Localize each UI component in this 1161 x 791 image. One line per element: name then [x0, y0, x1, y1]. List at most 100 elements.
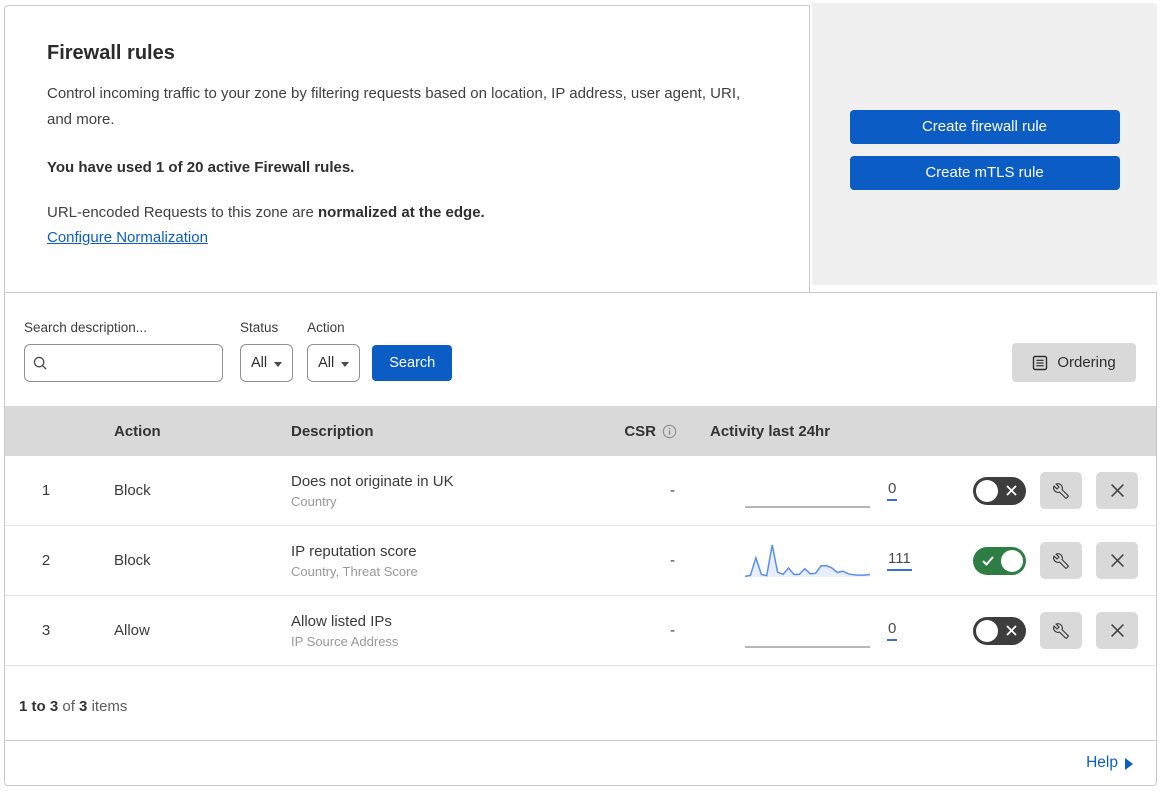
help-label: Help	[1086, 754, 1118, 771]
activity-count-link[interactable]: 0	[887, 480, 898, 501]
toggle-knob	[1001, 549, 1023, 572]
activity-sparkline	[745, 544, 870, 577]
x-icon	[1006, 617, 1017, 645]
rule-priority: 3	[41, 622, 51, 639]
action-dropdown[interactable]: All	[307, 344, 361, 382]
rule-action: Block	[114, 482, 151, 499]
configure-normalization-link[interactable]: Configure Normalization	[47, 229, 208, 246]
header-action: Action	[114, 422, 161, 440]
rule-enabled-toggle[interactable]	[973, 476, 1026, 505]
status-value: All	[251, 355, 268, 371]
items-word: items	[91, 698, 128, 715]
action-label: Action	[307, 320, 345, 335]
action-filter-group: Action All	[307, 320, 361, 382]
ordering-button[interactable]: Ordering	[1012, 343, 1136, 382]
table-header-row: Action Description CSR Activity last 24h…	[5, 406, 1156, 456]
close-icon	[1110, 484, 1124, 497]
page-title: Firewall rules	[47, 42, 175, 64]
rule-description-cell: Allow listed IPs IP Source Address	[279, 613, 601, 649]
filter-bar: Search description... Status All Action …	[5, 293, 1156, 406]
info-icon[interactable]	[662, 424, 677, 439]
rules-table-body: 1 Block Does not originate in UK Country…	[5, 456, 1156, 666]
status-dropdown[interactable]: All	[240, 344, 294, 382]
rule-activity-cell: 111	[691, 543, 941, 579]
rule-priority: 2	[41, 552, 51, 569]
table-row: 3 Allow Allow listed IPs IP Source Addre…	[5, 596, 1156, 666]
chevron-down-icon	[274, 361, 283, 367]
activity-sparkline	[745, 645, 870, 648]
intro-card: Firewall rules Control incoming traffic …	[4, 5, 810, 293]
rule-fields: Country	[291, 493, 337, 509]
rule-csr-value: -	[670, 552, 675, 569]
header-csr: CSR	[601, 423, 691, 440]
rule-fields: IP Source Address	[291, 633, 399, 649]
activity-sparkline	[745, 505, 870, 508]
delete-rule-button[interactable]	[1096, 472, 1138, 509]
toggle-knob	[976, 479, 998, 502]
help-bar: Help	[4, 740, 1157, 786]
edit-rule-button[interactable]	[1040, 472, 1082, 509]
search-icon	[33, 356, 47, 370]
rule-description-cell: IP reputation score Country, Threat Scor…	[279, 543, 601, 579]
search-button[interactable]: Search	[372, 345, 453, 381]
rule-enabled-toggle[interactable]	[973, 616, 1026, 645]
search-label: Search description...	[24, 320, 148, 335]
rule-activity-cell: 0	[691, 473, 941, 509]
create-firewall-rule-button[interactable]: Create firewall rule	[849, 110, 1120, 144]
firewall-rules-page: Firewall rules Control incoming traffic …	[0, 0, 1161, 790]
delete-rule-button[interactable]	[1096, 612, 1138, 649]
search-box	[24, 344, 223, 382]
items-total: 3	[79, 698, 88, 715]
ordering-list-icon	[1033, 355, 1048, 370]
table-row: 2 Block IP reputation score Country, Thr…	[5, 526, 1156, 596]
action-value: All	[318, 355, 335, 371]
wrench-icon	[1053, 552, 1069, 569]
rule-description: IP reputation score	[291, 542, 417, 560]
play-arrow-icon	[1125, 757, 1133, 770]
activity-count-link[interactable]: 0	[887, 620, 898, 641]
rule-controls	[941, 612, 1156, 649]
rule-description-cell: Does not originate in UK Country	[279, 473, 601, 509]
status-filter-group: Status All	[240, 320, 294, 382]
delete-rule-button[interactable]	[1096, 542, 1138, 579]
close-icon	[1110, 624, 1124, 637]
x-icon	[1006, 477, 1017, 505]
header-csr-label: CSR	[624, 422, 656, 440]
rule-enabled-toggle[interactable]	[973, 546, 1026, 575]
rule-description: Allow listed IPs	[291, 612, 392, 630]
items-count: 1 to 3 of 3 items	[5, 666, 1156, 715]
create-mtls-rule-button[interactable]: Create mTLS rule	[849, 156, 1120, 190]
edit-rule-button[interactable]	[1040, 612, 1082, 649]
normalization-bold: normalized at the edge.	[318, 204, 485, 221]
normalization-note: URL-encoded Requests to this zone are no…	[47, 204, 767, 221]
rule-activity-cell: 0	[691, 613, 941, 649]
actions-panel: Create firewall rule Create mTLS rule	[812, 3, 1157, 285]
toggle-knob	[976, 619, 998, 642]
rule-description: Does not originate in UK	[291, 472, 454, 490]
rule-csr-value: -	[670, 622, 675, 639]
top-row: Firewall rules Control incoming traffic …	[4, 3, 1157, 293]
activity-count-link[interactable]: 111	[887, 550, 912, 571]
rule-priority: 1	[41, 482, 51, 499]
rule-controls	[941, 542, 1156, 579]
normalization-text: URL-encoded Requests to this zone are	[47, 204, 318, 221]
rules-card: Search description... Status All Action …	[4, 292, 1157, 741]
table-row: 1 Block Does not originate in UK Country…	[5, 456, 1156, 526]
header-description: Description	[291, 422, 374, 440]
rule-action: Block	[114, 552, 151, 569]
page-description: Control incoming traffic to your zone by…	[47, 85, 741, 128]
search-input[interactable]	[54, 355, 214, 371]
help-link[interactable]: Help	[1086, 754, 1133, 772]
search-field-group: Search description...	[24, 320, 223, 382]
ordering-label: Ordering	[1057, 354, 1116, 371]
edit-rule-button[interactable]	[1040, 542, 1082, 579]
rule-controls	[941, 472, 1156, 509]
items-range: 1 to 3	[19, 698, 59, 715]
header-activity: Activity last 24hr	[710, 422, 831, 440]
close-icon	[1110, 554, 1124, 567]
check-icon	[982, 547, 994, 575]
rule-fields: Country, Threat Score	[291, 563, 418, 579]
items-of: of	[62, 698, 75, 715]
rule-csr-value: -	[670, 482, 675, 499]
wrench-icon	[1053, 622, 1069, 639]
